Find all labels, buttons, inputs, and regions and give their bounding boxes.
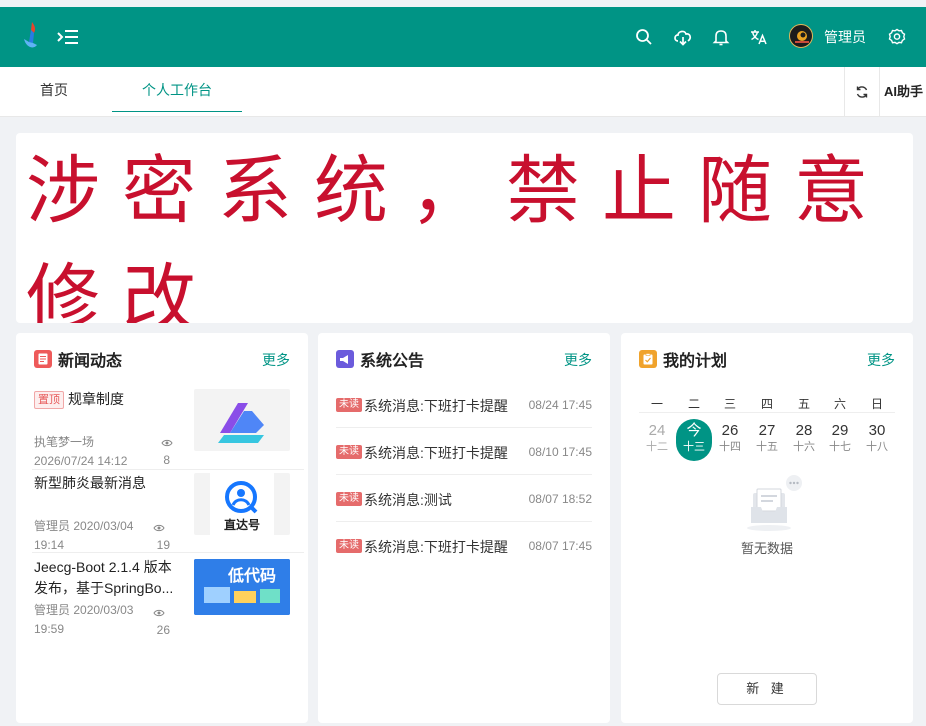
news-item-title[interactable]: 置顶 规章制度 (34, 389, 184, 410)
avatar[interactable] (789, 24, 813, 48)
empty-inbox-icon (747, 475, 802, 531)
news-icon (34, 350, 52, 368)
logo-icon[interactable] (21, 21, 43, 51)
tab-workbench[interactable]: 个人工作台 (112, 67, 242, 112)
clipboard-icon (639, 350, 657, 368)
announcement-title: 系统消息:下班打卡提醒 (364, 398, 508, 414)
news-item-meta: 执笔梦一场 2026/07/24 14:12 (34, 435, 128, 468)
announcement-row[interactable]: 未读 系统消息:测试 08/07 18:52 (336, 476, 592, 522)
menu-unfold-icon[interactable] (56, 27, 80, 47)
plan-title-label: 我的计划 (663, 353, 728, 370)
weekday-label: 六 (833, 397, 846, 411)
news-card: 新闻动态 更多 置顶 规章制度 执笔梦一场 2026/07/24 14:12 8 … (16, 333, 308, 723)
news-views: 19 (156, 538, 170, 552)
empty-state-text: 暂无数据 (740, 541, 793, 556)
announcement-time: 08/07 17:45 (528, 539, 592, 553)
news-item-meta: 管理员 2020/03/04 19:14 (34, 519, 134, 552)
news-card-title: 新闻动态 (34, 349, 123, 370)
calendar-day[interactable]: 30 十八 (859, 421, 895, 461)
new-plan-button[interactable]: 新 建 (717, 673, 817, 705)
announcement-row[interactable]: 未读 系统消息:下班打卡提醒 08/10 17:45 (336, 429, 592, 475)
eye-icon (161, 435, 173, 453)
news-item-title[interactable]: Jeecg-Boot 2.1.4 版本发布，基于SpringBo... (34, 557, 184, 599)
calendar-week-header: 一 二 三 四 五 六 日 (639, 393, 895, 413)
news-item-title[interactable]: 新型肺炎最新消息 (34, 473, 184, 494)
cloud-download-icon[interactable] (672, 26, 694, 48)
banner-warning-text: 涉密系统，禁止随意修改 (26, 148, 890, 323)
refresh-icon (856, 86, 868, 98)
announcement-more-link[interactable]: 更多 (564, 350, 592, 370)
user-name[interactable]: 管理员 (824, 28, 866, 46)
news-views: 26 (156, 623, 170, 637)
calendar-day[interactable]: 24 十二 (639, 421, 675, 461)
search-icon[interactable] (633, 26, 655, 48)
calendar-day[interactable]: 26 十四 (712, 421, 748, 461)
announcement-time: 08/24 17:45 (528, 398, 592, 412)
weekday-label: 日 (870, 397, 883, 411)
weekday-label: 一 (650, 397, 663, 411)
tab-home[interactable]: 首页 (0, 67, 108, 112)
calendar-day[interactable]: 28 十六 (786, 421, 822, 461)
announcement-row[interactable]: 未读 系统消息:下班打卡提醒 08/07 17:45 (336, 523, 592, 569)
announcement-time: 08/10 17:45 (528, 445, 592, 459)
announcement-title: 系统消息:下班打卡提醒 (364, 445, 508, 461)
unread-tag: 未读 (336, 445, 362, 459)
news-thumbnail[interactable] (194, 389, 290, 451)
thumbnail-text: 直达号 (224, 517, 260, 532)
pinned-tag: 置顶 (34, 391, 64, 409)
news-more-link[interactable]: 更多 (262, 350, 290, 370)
announcement-title: 系统消息:测试 (364, 492, 452, 508)
unread-tag: 未读 (336, 398, 362, 412)
announcement-title-label: 系统公告 (360, 353, 425, 370)
weekday-label: 三 (723, 397, 736, 411)
calendar-day[interactable]: 27 十五 (749, 421, 785, 461)
refresh-tab-button[interactable] (844, 67, 880, 117)
thumbnail-text: 低代码 (227, 566, 276, 585)
news-title-label: 新闻动态 (58, 353, 123, 370)
announcement-row[interactable]: 未读 系统消息:下班打卡提醒 08/24 17:45 (336, 382, 592, 428)
announcement-time: 08/07 18:52 (528, 492, 592, 506)
unread-tag: 未读 (336, 539, 362, 553)
announcement-title: 系统消息:下班打卡提醒 (364, 539, 508, 555)
divider (32, 469, 304, 470)
weekday-label: 五 (797, 397, 810, 411)
unread-tag: 未读 (336, 492, 362, 506)
bell-icon[interactable] (710, 26, 732, 48)
settings-icon[interactable] (886, 26, 908, 48)
plan-card-title: 我的计划 (639, 349, 728, 370)
weekday-label: 四 (760, 397, 773, 411)
calendar-day[interactable]: 29 十七 (822, 421, 858, 461)
banner-card: 涉密系统，禁止随意修改 (16, 133, 913, 323)
translate-icon[interactable] (748, 26, 770, 48)
eye-icon (153, 520, 165, 538)
news-thumbnail[interactable]: 低代码 (194, 559, 290, 615)
news-thumbnail[interactable]: 直达号 (194, 473, 290, 535)
weekday-label: 二 (687, 397, 700, 411)
eye-icon (153, 605, 165, 623)
news-item-meta: 管理员 2020/03/03 19:59 (34, 603, 134, 636)
top-header: 管理员 (0, 7, 926, 67)
announcement-card: 系统公告 更多 未读 系统消息:下班打卡提醒 08/24 17:45 未读 系统… (318, 333, 610, 723)
news-views: 8 (163, 453, 170, 467)
megaphone-icon (336, 350, 354, 368)
plan-card: 我的计划 更多 一 二 三 四 五 六 日 24 十二 今十三 26 十四 27 十五… (621, 333, 913, 723)
announcement-card-title: 系统公告 (336, 349, 425, 370)
tab-bar: 首页 个人工作台 AI助手 (0, 67, 926, 117)
divider (32, 552, 304, 553)
calendar-day-today[interactable]: 今十三 (676, 419, 712, 461)
plan-more-link[interactable]: 更多 (867, 350, 895, 370)
ai-assistant-button[interactable]: AI助手 (884, 67, 923, 117)
